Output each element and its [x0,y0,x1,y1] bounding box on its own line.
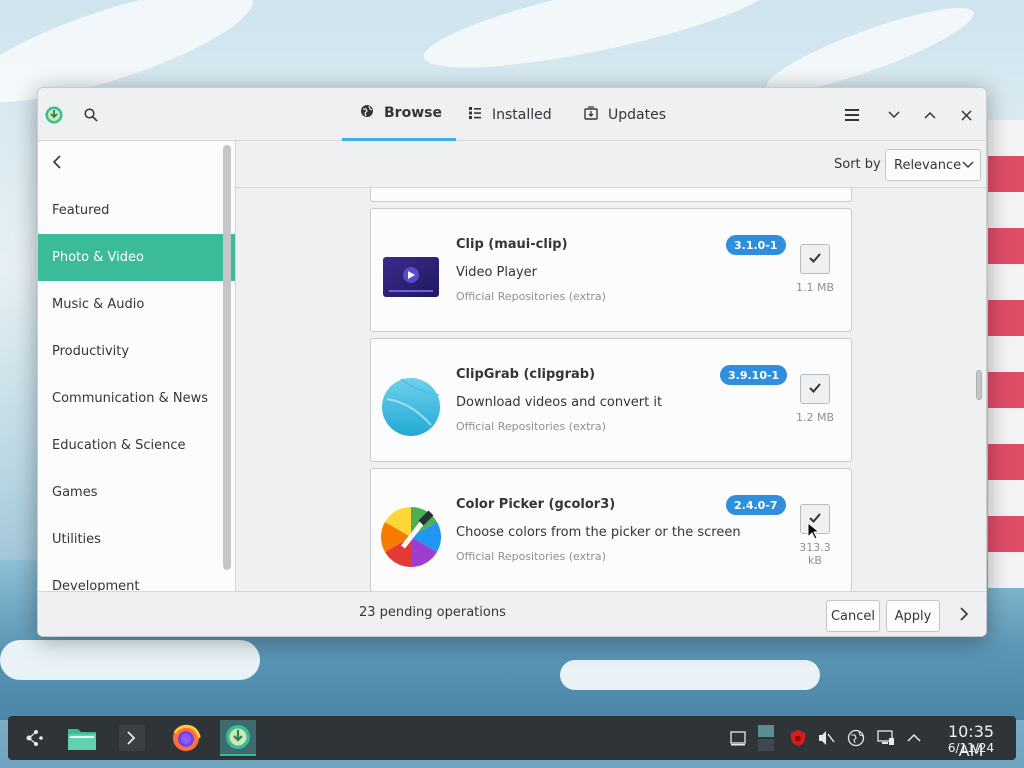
show-desktop-icon[interactable] [728,728,748,748]
terminal-icon[interactable] [114,720,150,756]
search-icon[interactable] [82,106,100,124]
video-player-icon [381,247,441,307]
app-card-partial [370,188,852,202]
updates-icon [584,105,598,124]
back-arrow-icon[interactable] [52,153,62,174]
footer-bar: 23 pending operations Cancel Apply [38,591,986,636]
clipgrab-icon [381,377,441,437]
version-badge: 2.4.0-7 [726,495,786,515]
firefox-icon[interactable] [168,720,204,756]
tab-updates[interactable]: Updates [566,88,684,141]
security-shield-icon[interactable] [788,728,808,748]
wallpaper-ice [560,660,820,690]
sidebar-item-label: Development [52,579,140,591]
sidebar-item-development[interactable]: Development [38,563,235,591]
tray-expand-icon[interactable] [904,728,924,748]
network-icon[interactable] [846,728,866,748]
virtual-desktop-pager-icon[interactable] [756,724,776,752]
sidebar-item-label: Productivity [52,344,130,359]
mouse-pointer-icon [807,521,821,544]
minimize-icon[interactable] [883,104,905,126]
wallpaper-lighthouse [988,120,1024,590]
discover-window: Browse Installed Updates Featured Photo … [37,87,987,637]
install-checkbox[interactable] [800,374,830,404]
checkmark-icon [809,381,821,397]
discover-taskbar-icon[interactable] [220,720,256,756]
sidebar-item-label: Utilities [52,532,101,547]
version-badge: 3.1.0-1 [726,235,786,255]
tab-installed-label: Installed [492,106,552,123]
titlebar: Browse Installed Updates [38,88,986,141]
tab-browse[interactable]: Browse [342,88,456,141]
file-manager-icon[interactable] [64,720,100,756]
sort-value: Relevance [894,157,962,173]
sidebar-item-label: Games [52,485,98,500]
sidebar-item-utilities[interactable]: Utilities [38,516,235,563]
app-name: ClipGrab (clipgrab) [456,367,596,382]
sidebar-item-games[interactable]: Games [38,469,235,516]
chevron-right-icon[interactable] [960,606,969,625]
apply-button[interactable]: Apply [886,600,940,632]
checkmark-icon [809,251,821,267]
chevron-down-icon [962,158,974,173]
category-sidebar: Featured Photo & Video Music & Audio Pro… [38,141,236,591]
display-icon[interactable] [876,728,896,748]
tab-updates-label: Updates [608,106,666,123]
maximize-icon[interactable] [919,104,941,126]
sidebar-item-label: Photo & Video [52,250,144,265]
app-name: Color Picker (gcolor3) [456,497,616,512]
sidebar-item-label: Music & Audio [52,297,145,312]
app-card[interactable]: Clip (maui-clip) 3.1.0-1 Video Player Of… [370,208,852,332]
install-checkbox[interactable] [800,244,830,274]
app-repository: Official Repositories (extra) [456,420,606,433]
discover-app-icon [45,106,63,124]
sort-label: Sort by [834,157,881,172]
app-card[interactable]: Color Picker (gcolor3) 2.4.0-7 Choose co… [370,468,852,591]
sidebar-item-featured[interactable]: Featured [38,187,235,234]
app-name: Clip (maui-clip) [456,237,568,252]
cancel-button[interactable]: Cancel [826,600,880,632]
sort-dropdown[interactable]: Relevance [885,149,981,181]
content-scrollbar[interactable] [976,370,982,400]
app-description: Choose colors from the picker or the scr… [456,525,741,540]
app-repository: Official Repositories (extra) [456,290,606,303]
clock-date[interactable]: 6/11/24 [934,741,1008,755]
sidebar-item-label: Featured [52,203,110,218]
app-description: Video Player [456,265,538,280]
sidebar-item-education-science[interactable]: Education & Science [38,422,235,469]
volume-muted-icon[interactable] [816,728,836,748]
pending-operations: 23 pending operations [359,605,506,620]
app-size: 1.1 MB [795,281,835,294]
sort-bar: Sort by Relevance [236,141,986,188]
version-badge: 3.9.10-1 [720,365,788,385]
app-launcher-icon[interactable] [16,720,52,756]
app-size: 1.2 MB [795,411,835,424]
app-description: Download videos and convert it [456,395,663,410]
app-card[interactable]: ClipGrab (clipgrab) 3.9.10-1 Download vi… [370,338,852,462]
taskbar: 10:35 AM 6/11/24 [8,716,1016,760]
sidebar-item-label: Communication & News [52,391,208,406]
tab-installed[interactable]: Installed [450,88,570,141]
sidebar-item-communication-news[interactable]: Communication & News [38,375,235,422]
globe-icon [360,104,374,122]
sidebar-item-label: Education & Science [52,438,186,453]
wallpaper-cloud [417,0,783,87]
sidebar-item-productivity[interactable]: Productivity [38,328,235,375]
sidebar-scrollbar[interactable] [223,145,231,570]
close-icon[interactable] [955,104,977,126]
tab-browse-label: Browse [384,105,442,121]
color-picker-icon [380,507,442,567]
sidebar-item-photo-video[interactable]: Photo & Video [38,234,235,281]
hamburger-menu-icon[interactable] [841,104,863,126]
app-list-area: Sort by Relevance Clip (maui-clip) 3.1.0… [236,141,986,591]
app-repository: Official Repositories (extra) [456,550,606,563]
list-icon [468,106,482,124]
sidebar-item-music-audio[interactable]: Music & Audio [38,281,235,328]
wallpaper-ice [0,640,260,680]
app-size: 313.3 kB [799,541,831,567]
